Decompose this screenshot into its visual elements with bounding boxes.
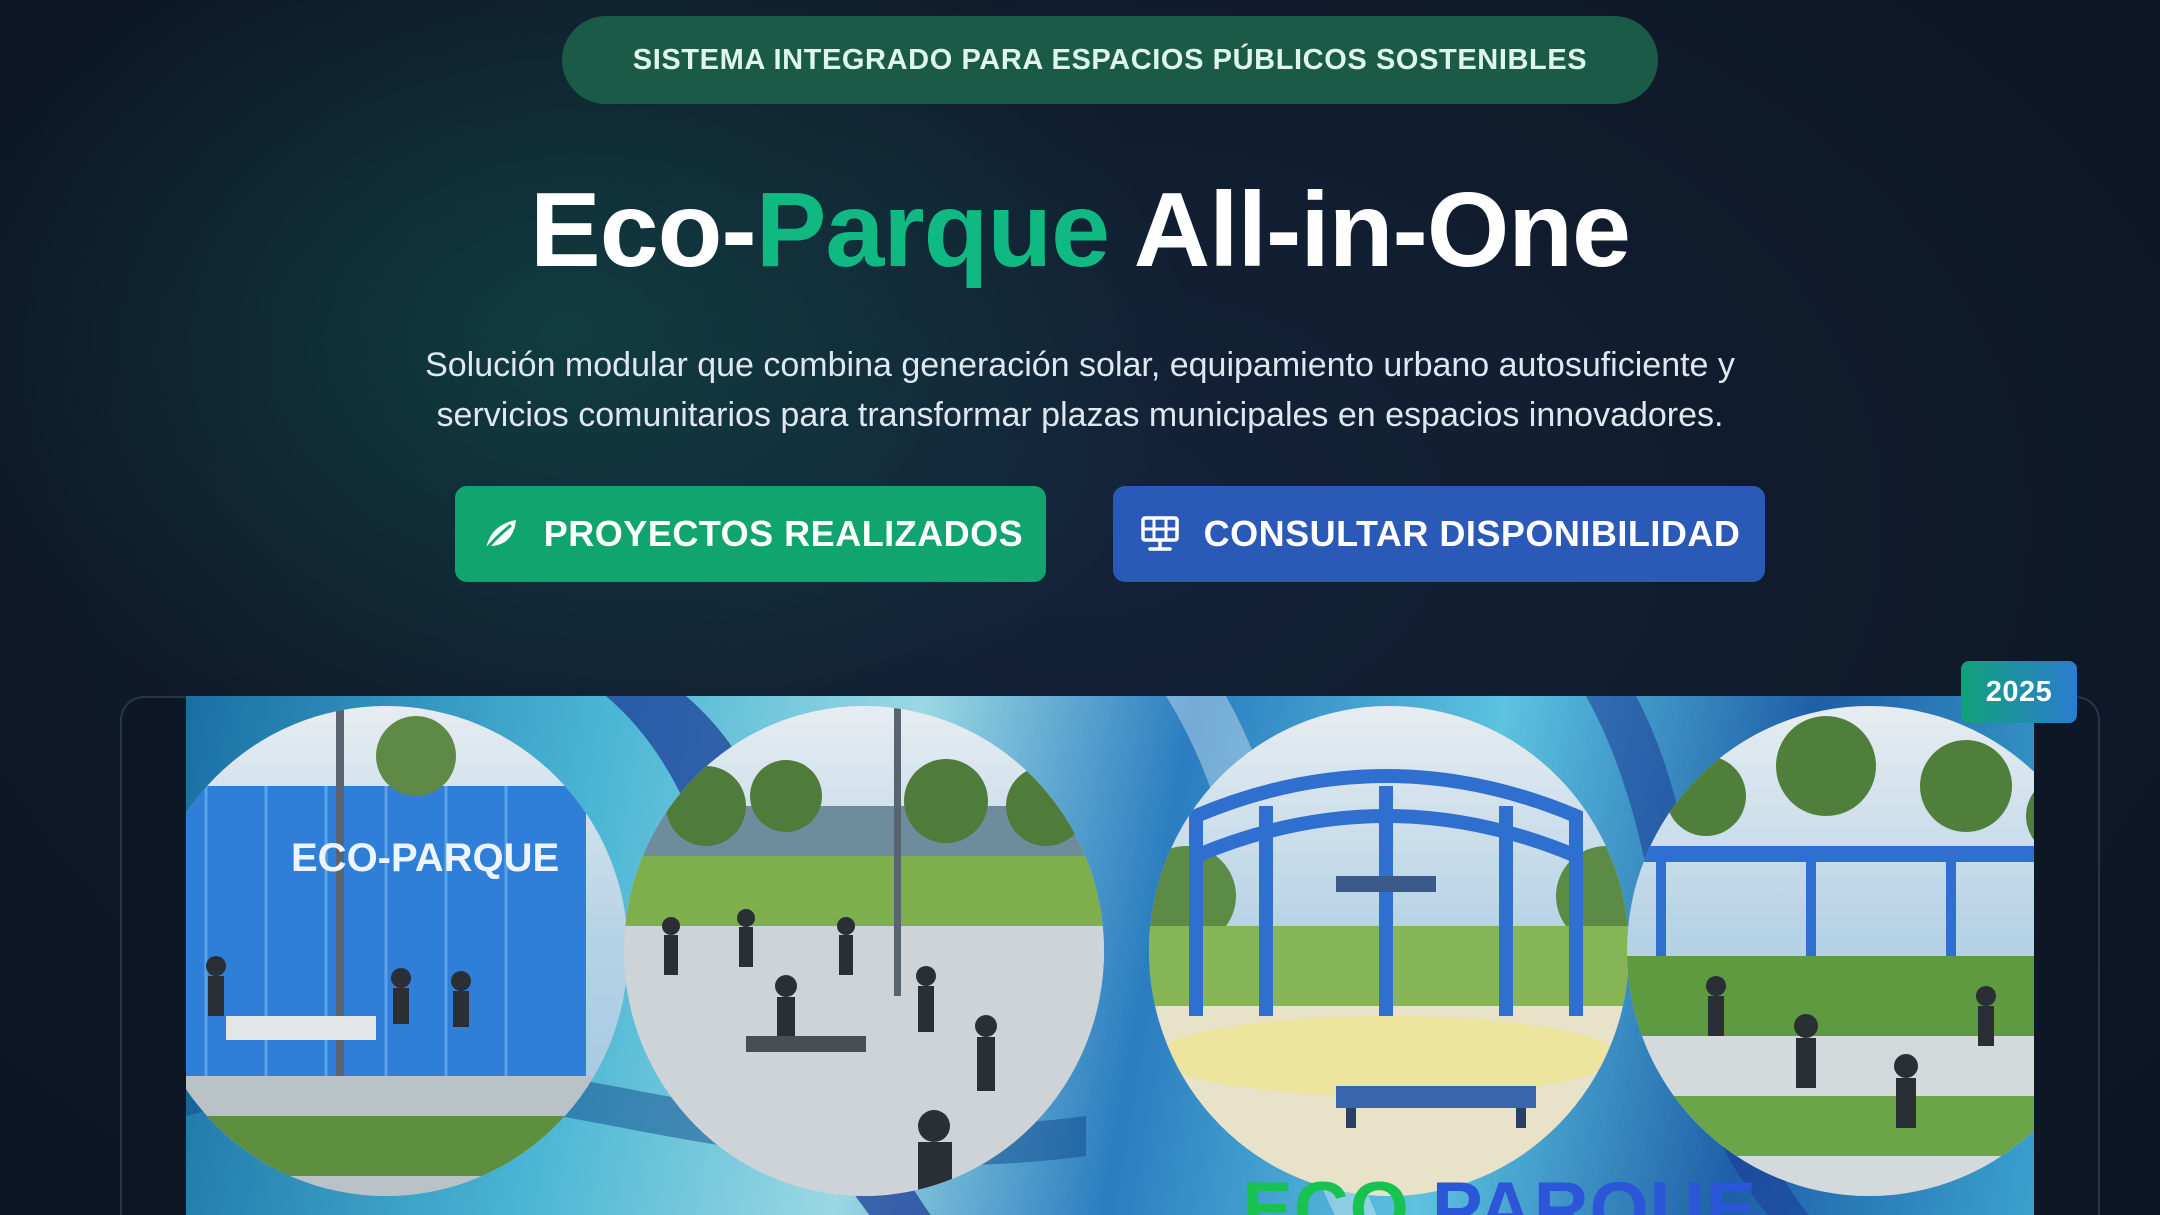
photo1-sign-text: ECO-PARQUE	[291, 836, 559, 880]
banner-brand-text: ECO PARQUE	[1242, 1166, 1757, 1215]
solar-panel-icon	[1140, 516, 1179, 551]
hero-banner-image: ECO-PARQUE ECO PARQUE	[186, 696, 2034, 1215]
hero-title: Eco-Parque All-in-One	[0, 168, 2160, 292]
subtitle-line-1: Solución modular que combina generación …	[425, 346, 1735, 384]
hero-page: SISTEMA INTEGRADO PARA ESPACIOS PÚBLICOS…	[0, 0, 2160, 1215]
hero-subtitle: Solución modular que combina generación …	[340, 340, 1820, 440]
leaf-icon	[482, 520, 516, 554]
availability-button[interactable]: CONSULTAR DISPONIBILIDAD	[1113, 486, 1765, 582]
eyebrow-text: SISTEMA INTEGRADO PARA ESPACIOS PÚBLICOS…	[632, 43, 1588, 76]
year-badge-text: 2025	[1985, 675, 2053, 708]
brand-eco: ECO	[1242, 1167, 1410, 1215]
photo-pergola-garden	[1627, 706, 2034, 1196]
projects-button-label: PROYECTOS REALIZADOS	[543, 513, 1024, 554]
title-prefix: Eco-	[530, 171, 757, 289]
photo-eco-parque-wall	[186, 706, 628, 1196]
title-accent: Parque	[755, 171, 1110, 289]
banner-artwork: ECO-PARQUE	[186, 696, 2034, 1215]
projects-button[interactable]: PROYECTOS REALIZADOS	[455, 486, 1046, 582]
brand-parque: PARQUE	[1431, 1167, 1758, 1215]
eyebrow-pill: SISTEMA INTEGRADO PARA ESPACIOS PÚBLICOS…	[562, 16, 1658, 104]
title-suffix: All-in-One	[1109, 171, 1631, 289]
availability-button-label: CONSULTAR DISPONIBILIDAD	[1203, 513, 1741, 554]
subtitle-line-2: servicios comunitarios para transformar …	[436, 396, 1724, 434]
year-badge: 2025	[1961, 661, 2077, 723]
